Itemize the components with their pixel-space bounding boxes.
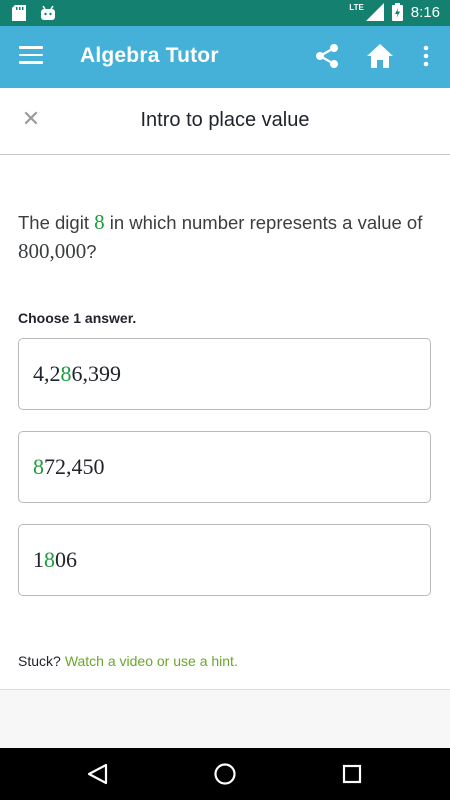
answer-choice-text: 1806: [33, 547, 77, 573]
network-type: LTE: [349, 2, 364, 12]
status-bar: LTE 8:16: [0, 0, 450, 26]
home-icon[interactable]: [366, 43, 394, 69]
android-icon: [41, 5, 55, 20]
choose-label: Choose 1 answer.: [18, 310, 137, 326]
sd-card-icon: [12, 5, 26, 21]
system-nav-bar: [0, 748, 450, 800]
choice-text-after: 72,450: [44, 454, 105, 479]
help-row: Stuck? Watch a video or use a hint.: [18, 653, 238, 669]
question-digit: 8: [94, 210, 105, 234]
share-icon[interactable]: [314, 43, 340, 69]
more-vert-icon[interactable]: [418, 44, 434, 68]
battery-icon: [391, 3, 403, 21]
footer-area: [0, 689, 450, 749]
answer-choice-3[interactable]: 1806: [18, 524, 431, 596]
choice-highlight-digit: 8: [60, 361, 72, 386]
answer-choice-text: 872,450: [33, 454, 105, 480]
choice-text-before: 1: [33, 547, 44, 572]
back-icon[interactable]: [86, 763, 110, 785]
answer-choice-2[interactable]: 872,450: [18, 431, 431, 503]
question-prefix: The digit: [18, 212, 95, 233]
clock: 8:16: [410, 3, 440, 21]
menu-icon[interactable]: [19, 46, 43, 66]
answer-choice-1[interactable]: 4,286,399: [18, 338, 431, 410]
app-title: Algebra Tutor: [80, 44, 219, 67]
answer-choice-text: 4,286,399: [33, 361, 121, 387]
app-bar: Algebra Tutor: [0, 26, 450, 88]
hint-link[interactable]: Watch a video or use a hint.: [65, 653, 238, 669]
question-suffix: ?: [86, 241, 97, 262]
choice-highlight-digit: 8: [44, 547, 55, 572]
question-middle: in which number represents a value of: [104, 212, 423, 233]
recent-apps-icon[interactable]: [342, 764, 362, 784]
stuck-label: Stuck?: [18, 653, 61, 669]
choice-text-after: 06: [55, 547, 77, 572]
question-value: 800,000: [18, 239, 87, 263]
choice-highlight-digit: 8: [33, 454, 44, 479]
question-text: The digit 8 in which number represents a…: [18, 208, 438, 266]
signal-icon: [365, 3, 384, 21]
exercise-header: ✕ Intro to place value: [0, 88, 450, 155]
choice-text-before: 4,2: [33, 361, 61, 386]
home-circle-icon[interactable]: [213, 762, 237, 786]
choice-text-after: 6,399: [71, 361, 122, 386]
exercise-title: Intro to place value: [140, 109, 310, 131]
